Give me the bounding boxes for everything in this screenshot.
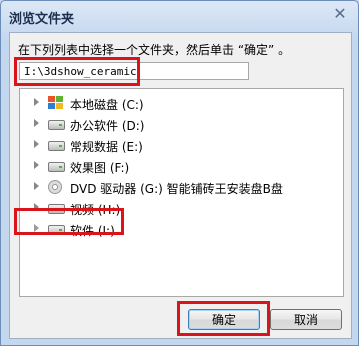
dialog-body: 在下列列表中选择一个文件夹，然后单击 “确定” 。 I:\3dshow_cera… [9,32,352,339]
expand-arrow-icon[interactable] [34,182,39,190]
tree-item-label: 效果图 (F:) [70,161,130,175]
drive-icon [48,141,65,151]
folder-tree[interactable]: 本地磁盘 (C:) 办公软件 (D:) 常规数据 (E:) 效果图 (F:) D… [19,88,344,297]
expand-arrow-icon[interactable] [34,140,39,148]
path-field-highlight [14,57,140,86]
dialog-title: 浏览文件夹 [9,12,75,27]
selected-drive-highlight [14,208,124,235]
instruction-text: 在下列列表中选择一个文件夹，然后单击 “确定” 。 [18,43,291,57]
browse-folder-dialog: 浏览文件夹 ✕ 在下列列表中选择一个文件夹，然后单击 “确定” 。 I:\3ds… [0,0,359,346]
tree-item-label: DVD 驱动器 (G:) 智能铺砖王安装盘B盘 [70,182,283,196]
tree-item-label: 办公软件 (D:) [70,119,145,133]
close-icon[interactable]: ✕ [329,5,351,23]
ok-button-highlight [177,301,270,336]
windows-drive-icon [47,95,64,110]
tree-item-label: 常规数据 (E:) [70,140,143,154]
cancel-button[interactable]: 取消 [270,309,342,330]
tree-item-c-drive[interactable]: 本地磁盘 (C:) [20,93,320,113]
tree-item-label: 本地磁盘 (C:) [70,98,144,112]
expand-arrow-icon[interactable] [34,98,39,106]
tree-item-f-drive[interactable]: 效果图 (F:) [20,156,320,176]
expand-arrow-icon[interactable] [34,119,39,127]
drive-icon [48,120,65,130]
tree-item-d-drive[interactable]: 办公软件 (D:) [20,114,320,134]
tree-item-e-drive[interactable]: 常规数据 (E:) [20,135,320,155]
expand-arrow-icon[interactable] [34,161,39,169]
title-bar[interactable]: 浏览文件夹 ✕ [1,1,358,31]
tree-item-g-drive[interactable]: DVD 驱动器 (G:) 智能铺砖王安装盘B盘 [20,177,320,197]
dvd-icon [48,180,62,194]
drive-icon [48,162,65,172]
